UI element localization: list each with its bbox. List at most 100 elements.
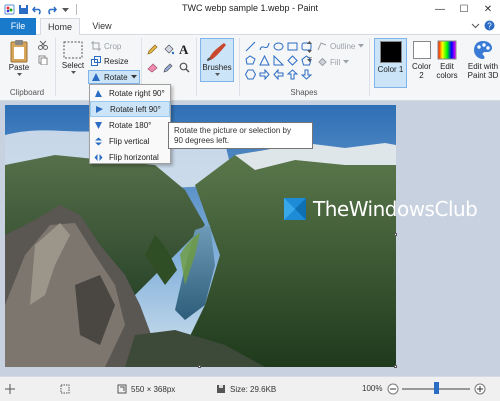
- outline-button[interactable]: Outline: [317, 41, 365, 51]
- shape-line[interactable]: [244, 40, 256, 52]
- magnifier-tool[interactable]: [179, 62, 190, 73]
- zoom-slider-thumb[interactable]: [433, 382, 439, 394]
- eraser-icon: [147, 63, 158, 73]
- shape-right-triangle[interactable]: [272, 54, 284, 66]
- menu-item-flip-vertical[interactable]: Flip vertical: [90, 133, 170, 149]
- crop-button[interactable]: Crop: [91, 41, 121, 51]
- dimensions-text: 550 × 368px: [131, 384, 176, 394]
- menu-item-label: Rotate 180°: [109, 120, 152, 130]
- help-icon[interactable]: ?: [484, 20, 495, 33]
- minimize-button[interactable]: —: [428, 0, 452, 18]
- crosshair-icon: [5, 384, 15, 394]
- menu-item-rotate-180[interactable]: Rotate 180°: [90, 117, 170, 133]
- rotate-left-tooltip: Rotate the picture or selection by 90 de…: [168, 122, 313, 149]
- copy-icon: [38, 55, 48, 65]
- magnifier-icon: [179, 62, 190, 73]
- redo-icon[interactable]: [46, 4, 57, 15]
- zoom-in-button[interactable]: [474, 383, 486, 395]
- shape-triangle[interactable]: [258, 54, 270, 66]
- paint3d-button[interactable]: Edit with Paint 3D: [467, 40, 499, 80]
- resize-label: Resize: [104, 56, 129, 66]
- cursor-position: [5, 384, 15, 394]
- file-size: Size: 29.6KB: [216, 384, 276, 394]
- brushes-label: Brushes: [202, 63, 232, 72]
- outline-icon: [317, 42, 327, 51]
- file-size-text: Size: 29.6KB: [230, 384, 277, 394]
- color-picker-tool[interactable]: [163, 62, 174, 73]
- ribbon: Paste Clipboard Select Crop Resize Rotat…: [0, 35, 500, 101]
- save-icon[interactable]: [18, 4, 29, 15]
- paint-app-icon[interactable]: [4, 4, 15, 15]
- chevron-down-icon: [16, 73, 22, 76]
- watermark-text: TheWindowsClub: [313, 197, 478, 221]
- shape-polygon[interactable]: [244, 54, 256, 66]
- paste-label: Paste: [8, 63, 30, 72]
- shape-hexagon[interactable]: [244, 68, 256, 80]
- watermark: TheWindowsClub: [281, 195, 478, 223]
- rotate-label: Rotate: [104, 72, 128, 82]
- color2-button[interactable]: Color 2: [409, 40, 434, 80]
- resize-icon: [91, 56, 101, 66]
- color1-button[interactable]: Color 1: [374, 38, 407, 88]
- menu-item-flip-horizontal[interactable]: Flip horizontal: [90, 149, 170, 165]
- shape-arrow-up[interactable]: [286, 68, 298, 80]
- tab-file[interactable]: File: [0, 18, 36, 35]
- eyedropper-icon: [163, 63, 173, 73]
- chevron-down-icon: [130, 75, 137, 79]
- zoom-out-button[interactable]: [387, 383, 399, 395]
- copy-button[interactable]: [38, 55, 48, 65]
- paint3d-label: Edit with Paint 3D: [467, 62, 499, 80]
- shapes-scroll[interactable]: [306, 39, 313, 65]
- flip-horizontal-icon: [94, 153, 103, 161]
- color-palette-icon: [437, 40, 457, 60]
- tooltip-line2: 90 degrees left.: [174, 136, 230, 145]
- edit-colors-button[interactable]: Edit colors: [434, 40, 460, 80]
- menu-item-label: Flip horizontal: [109, 152, 159, 162]
- flip-vertical-icon: [95, 137, 102, 145]
- text-tool[interactable]: A: [179, 42, 188, 58]
- eraser-tool[interactable]: [147, 62, 158, 73]
- shape-arrow-left[interactable]: [272, 68, 284, 80]
- customize-toolbar-icon[interactable]: [60, 4, 71, 15]
- menu-item-rotate-right[interactable]: Rotate right 90°: [90, 85, 170, 101]
- resize-handle-right[interactable]: [394, 233, 397, 236]
- shape-rectangle[interactable]: [286, 40, 298, 52]
- shape-arrow-right[interactable]: [258, 68, 270, 80]
- menu-item-rotate-left[interactable]: Rotate left 90°: [90, 101, 170, 117]
- fill-tool[interactable]: [163, 44, 174, 55]
- color2-swatch: [412, 41, 431, 59]
- select-label: Select: [61, 61, 85, 70]
- select-button[interactable]: Select: [59, 41, 87, 75]
- undo-icon[interactable]: [32, 4, 43, 15]
- resize-handle-corner[interactable]: [394, 365, 397, 368]
- resize-button[interactable]: Resize: [91, 56, 128, 66]
- shape-diamond[interactable]: [286, 54, 298, 66]
- pencil-tool[interactable]: [147, 44, 158, 55]
- shapes-gallery: [244, 40, 312, 80]
- expand-ribbon-icon[interactable]: [471, 21, 480, 32]
- brush-icon: [207, 43, 226, 61]
- menu-item-label: Rotate left 90°: [110, 104, 161, 114]
- rotate-button[interactable]: Rotate: [88, 70, 140, 84]
- shapes-group-label: Shapes: [290, 88, 318, 97]
- shape-oval[interactable]: [272, 40, 284, 52]
- maximize-button[interactable]: ☐: [452, 0, 476, 18]
- crop-label: Crop: [104, 41, 122, 51]
- quick-access-toolbar: [0, 3, 79, 15]
- close-button[interactable]: ✕: [476, 0, 500, 18]
- brushes-button[interactable]: Brushes: [200, 38, 234, 82]
- tab-view[interactable]: View: [84, 18, 120, 36]
- fill-bucket-icon: [164, 44, 174, 55]
- tab-home[interactable]: Home: [40, 18, 80, 36]
- tooltip-line1: Rotate the picture or selection by: [174, 126, 291, 135]
- rotate-dropdown-menu: Rotate right 90° Rotate left 90° Rotate …: [89, 84, 171, 164]
- windows-logo-icon: [284, 198, 306, 220]
- fill-label: Fill: [330, 57, 341, 67]
- cut-button[interactable]: [38, 40, 48, 50]
- fill-button[interactable]: Fill: [317, 57, 350, 67]
- shape-curve[interactable]: [258, 40, 270, 52]
- shape-arrow-down[interactable]: [300, 68, 312, 80]
- resize-handle-bottom[interactable]: [198, 365, 201, 368]
- image-size-icon: [117, 384, 127, 394]
- paste-button[interactable]: Paste: [5, 39, 33, 77]
